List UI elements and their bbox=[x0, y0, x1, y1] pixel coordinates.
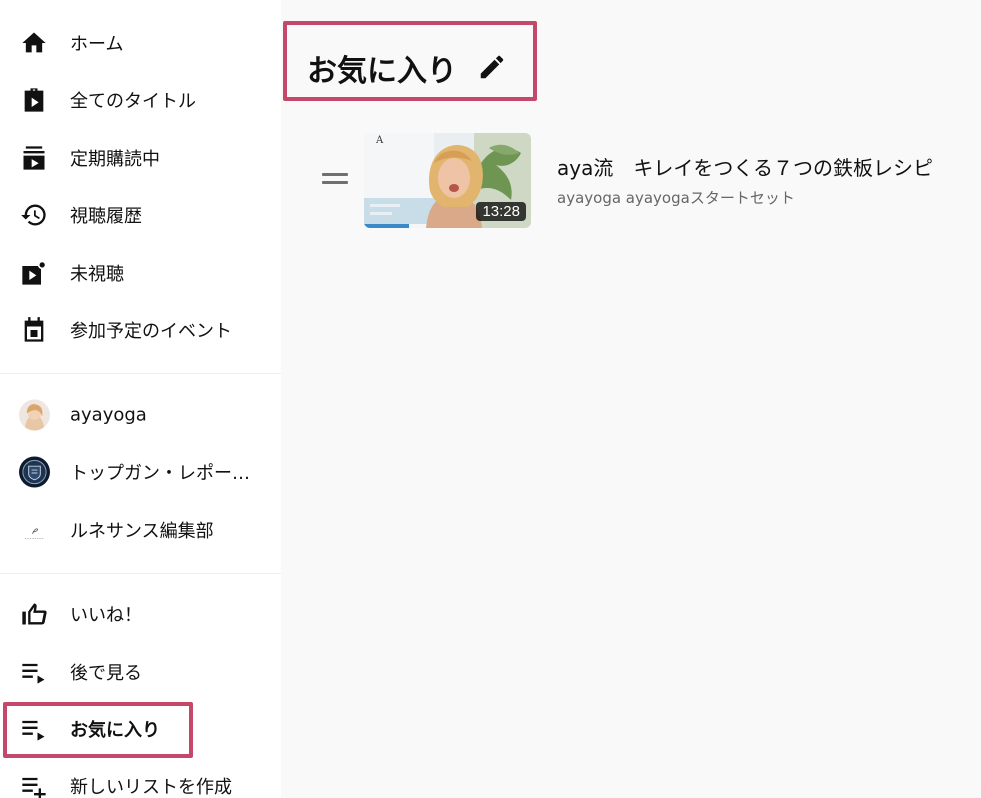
sidebar-item-label: 新しいリストを作成 bbox=[70, 777, 232, 798]
sidebar-item-label: いいね！ bbox=[70, 605, 142, 626]
sidebar-item-label: ルネサンス編集部 bbox=[70, 521, 214, 542]
sidebar-item-watch-later[interactable]: 後で見る bbox=[0, 650, 281, 694]
video-title[interactable]: aya流 キレイをつくる７つの鉄板レシピ bbox=[557, 152, 933, 181]
page-title: お気に入り bbox=[307, 54, 457, 89]
sidebar-channel-renaissance[interactable]: ルネサンス編集部 bbox=[0, 508, 281, 552]
sidebar-item-favorites[interactable]: お気に入り bbox=[0, 707, 281, 751]
video-duration: 13:28 bbox=[476, 202, 526, 221]
sidebar-item-label: ayayoga bbox=[70, 404, 147, 426]
sidebar-item-label: 未視聴 bbox=[70, 264, 124, 285]
video-thumbnail[interactable]: A 13:28 bbox=[364, 133, 531, 228]
sidebar-item-all-titles[interactable]: 全てのタイトル bbox=[0, 78, 281, 122]
sidebar-divider bbox=[0, 373, 281, 374]
playlist-icon bbox=[20, 658, 48, 686]
thumbs-up-icon bbox=[20, 600, 48, 628]
sidebar-item-home[interactable]: ホーム bbox=[0, 21, 281, 65]
avatar-ayayoga bbox=[19, 399, 50, 431]
sidebar: ホーム 全てのタイトル 定期購読中 視聴履歴 未視聴 参加予定のイベント aya… bbox=[0, 0, 281, 798]
subscriptions-icon bbox=[20, 144, 48, 172]
home-icon bbox=[20, 29, 48, 57]
unwatched-icon bbox=[20, 259, 48, 287]
edit-icon[interactable] bbox=[477, 52, 507, 82]
avatar-topgun bbox=[19, 456, 50, 488]
sidebar-item-label: 参加予定のイベント bbox=[70, 321, 232, 342]
avatar-renaissance bbox=[19, 514, 50, 546]
sidebar-item-label: 後で見る bbox=[70, 663, 142, 684]
sidebar-item-label: 視聴履歴 bbox=[70, 206, 142, 227]
drag-handle-icon[interactable] bbox=[322, 173, 348, 189]
sidebar-item-label: ホーム bbox=[70, 34, 124, 55]
sidebar-item-label: お気に入り bbox=[70, 720, 160, 741]
sidebar-item-label: 全てのタイトル bbox=[70, 91, 196, 112]
all-titles-icon bbox=[20, 86, 48, 114]
video-meta: ayayoga ayayogaスタートセット bbox=[557, 189, 795, 207]
sidebar-divider bbox=[0, 573, 281, 574]
sidebar-item-events[interactable]: 参加予定のイベント bbox=[0, 308, 281, 352]
playlist-add-icon bbox=[20, 772, 48, 798]
sidebar-item-likes[interactable]: いいね！ bbox=[0, 592, 281, 636]
thumbnail-logo: A bbox=[376, 135, 384, 146]
sidebar-item-label: 定期購読中 bbox=[70, 149, 160, 170]
calendar-icon bbox=[20, 316, 48, 344]
history-icon bbox=[20, 201, 48, 229]
sidebar-channel-ayayoga[interactable]: ayayoga bbox=[0, 393, 281, 437]
sidebar-item-unwatched[interactable]: 未視聴 bbox=[0, 251, 281, 295]
playlist-icon bbox=[20, 715, 48, 743]
watch-progress-bar bbox=[364, 224, 410, 228]
sidebar-item-label: トップガン・レポー… bbox=[70, 463, 250, 484]
sidebar-item-history[interactable]: 視聴履歴 bbox=[0, 193, 281, 237]
sidebar-item-subscriptions[interactable]: 定期購読中 bbox=[0, 136, 281, 180]
sidebar-item-new-list[interactable]: 新しいリストを作成 bbox=[0, 764, 281, 798]
sidebar-channel-topgun[interactable]: トップガン・レポー… bbox=[0, 450, 281, 494]
